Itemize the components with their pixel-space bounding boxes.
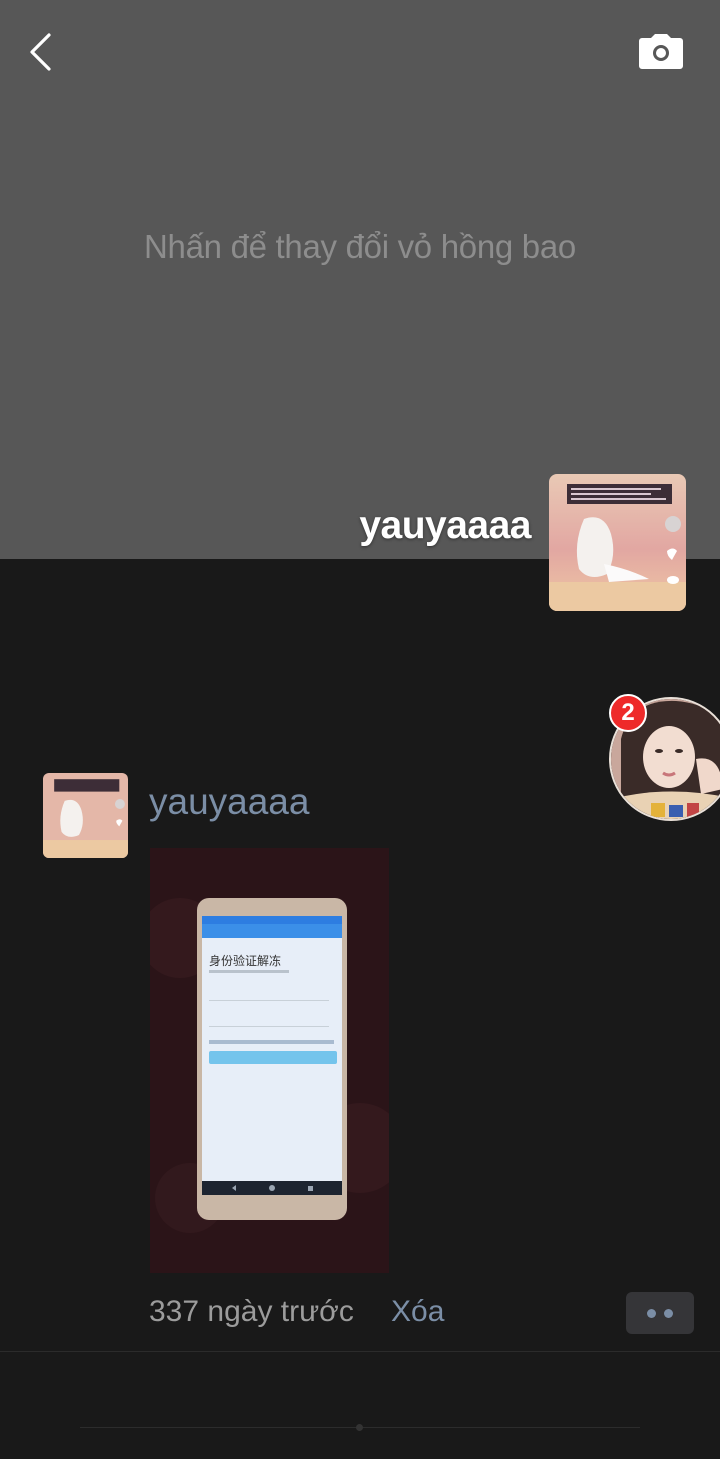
camera-button[interactable] bbox=[636, 32, 686, 72]
image-heading-text: 身份验证解冻 bbox=[209, 953, 281, 968]
post-image[interactable]: 身份验证解冻 bbox=[150, 848, 389, 1273]
profile-avatar[interactable] bbox=[549, 474, 686, 611]
chevron-left-icon bbox=[30, 33, 51, 71]
cover-change-hint[interactable]: Nhấn để thay đổi vỏ hồng bao bbox=[0, 228, 720, 266]
notification-badge: 2 bbox=[609, 694, 647, 732]
back-button[interactable] bbox=[22, 28, 66, 76]
dot-icon bbox=[647, 1309, 656, 1318]
dot-icon bbox=[664, 1309, 673, 1318]
post-divider bbox=[0, 1351, 720, 1352]
avatar-image bbox=[549, 474, 686, 611]
feed-end-dot bbox=[356, 1424, 363, 1431]
post-timestamp: 337 ngày trước bbox=[149, 1295, 354, 1328]
floating-contact-avatar[interactable]: 2 bbox=[609, 694, 720, 821]
delete-post-link[interactable]: Xóa bbox=[391, 1295, 444, 1329]
camera-icon bbox=[639, 34, 683, 69]
post-author-avatar[interactable] bbox=[43, 773, 128, 858]
more-options-button[interactable] bbox=[626, 1292, 694, 1334]
post-author-name[interactable]: yauyaaaa bbox=[149, 781, 309, 823]
profile-username: yauyaaaa bbox=[359, 504, 531, 547]
